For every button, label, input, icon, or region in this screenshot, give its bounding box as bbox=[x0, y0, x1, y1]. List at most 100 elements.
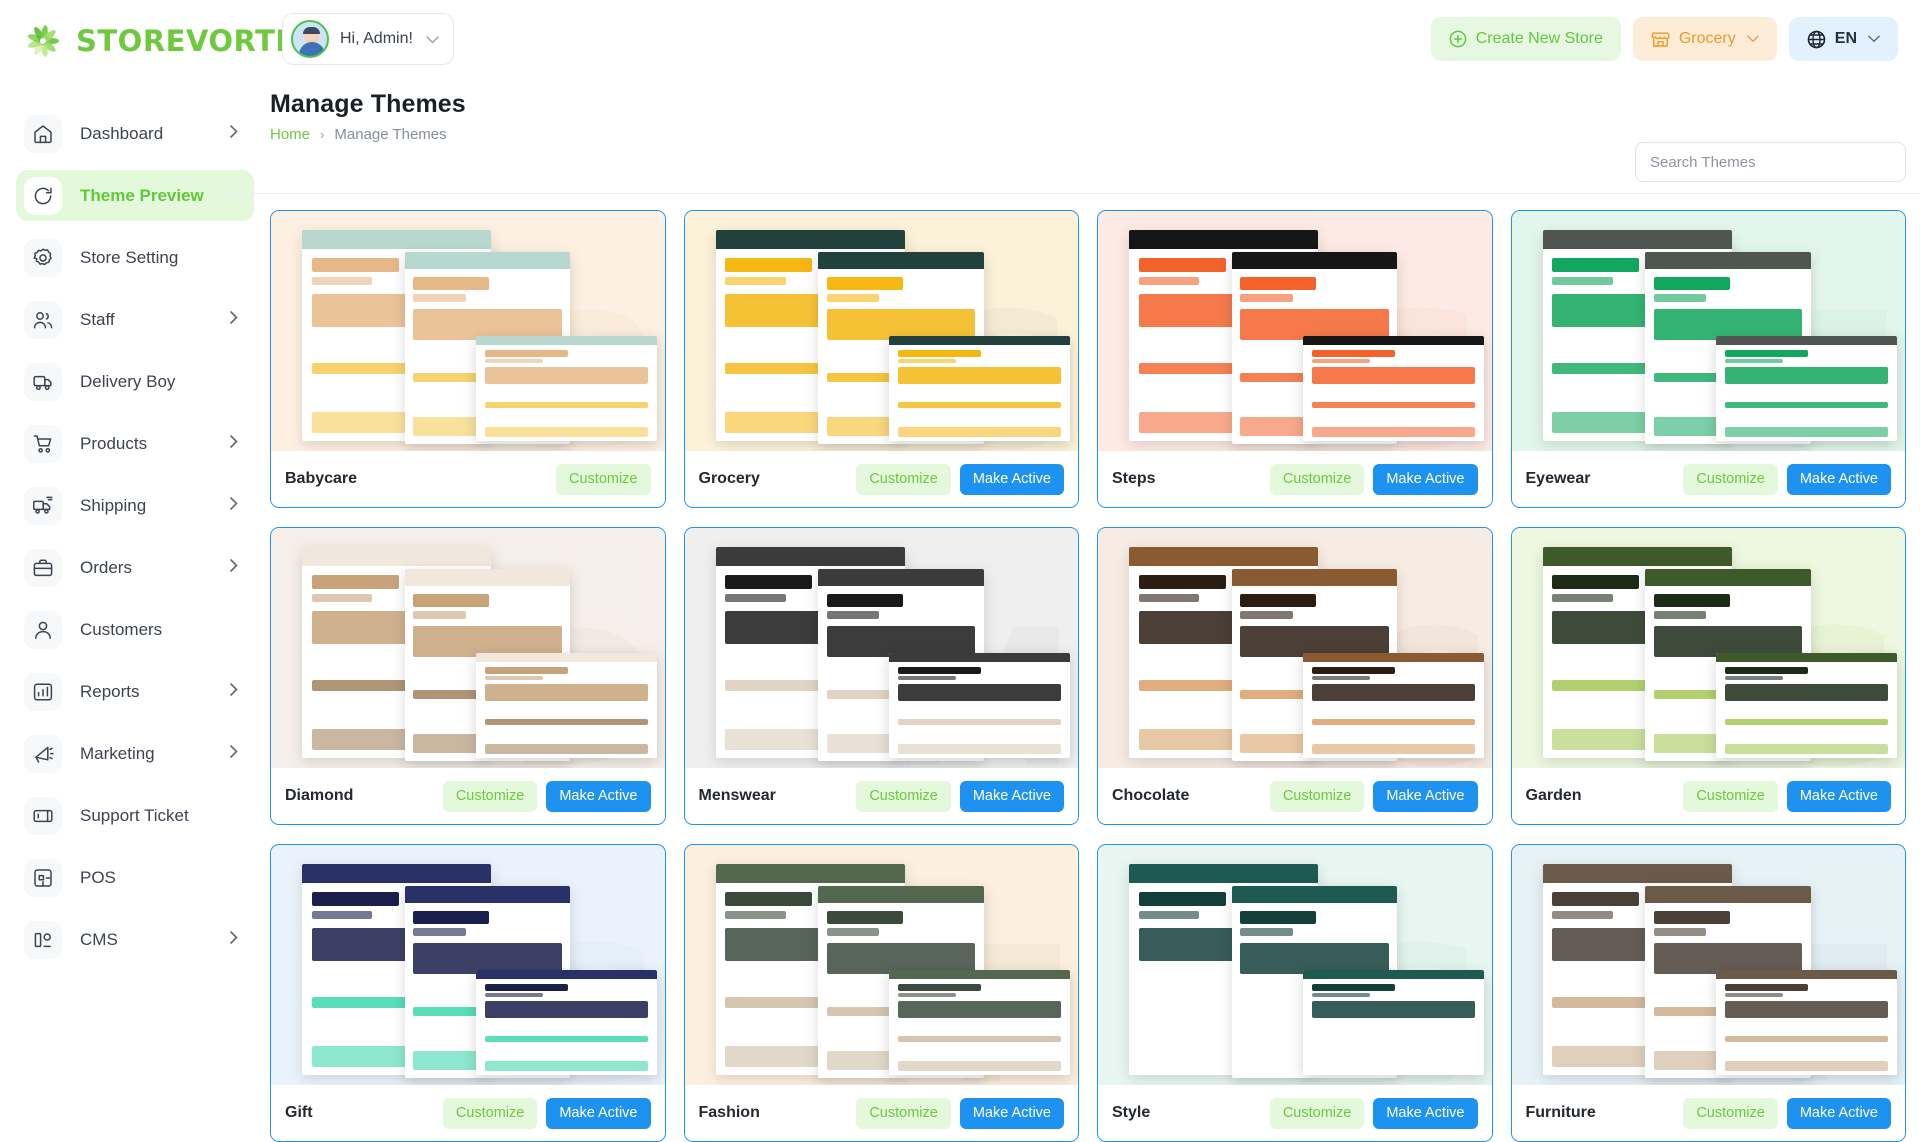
chevron-right-icon bbox=[230, 745, 238, 762]
theme-card-grocery[interactable]: G Grocery CustomizeMake Active bbox=[683, 210, 1079, 508]
theme-card-menswear[interactable]: M Menswear CustomizeMake Active bbox=[683, 527, 1079, 825]
customize-button[interactable]: Customize bbox=[442, 780, 538, 812]
cms-icon bbox=[24, 920, 62, 959]
store-icon bbox=[1651, 30, 1670, 48]
customize-button[interactable]: Customize bbox=[442, 1097, 538, 1129]
make-active-button[interactable]: Make Active bbox=[959, 780, 1064, 812]
make-active-button[interactable]: Make Active bbox=[1373, 780, 1478, 812]
theme-thumbnail[interactable]: G bbox=[684, 211, 1078, 451]
customize-button[interactable]: Customize bbox=[1683, 463, 1778, 495]
sidebar-item-marketing[interactable]: Marketing bbox=[16, 728, 254, 779]
theme-card-fashion[interactable]: F Fashion CustomizeMake Active bbox=[683, 844, 1079, 1142]
breadcrumb-home-link[interactable]: Home bbox=[270, 126, 310, 143]
breadcrumb-separator-icon: › bbox=[320, 127, 325, 142]
theme-thumbnail[interactable]: G bbox=[271, 845, 665, 1085]
make-active-button[interactable]: Make Active bbox=[1373, 463, 1478, 495]
make-active-button[interactable]: Make Active bbox=[1786, 780, 1891, 812]
customize-button[interactable]: Customize bbox=[1269, 1097, 1365, 1129]
customize-button[interactable]: Customize bbox=[1683, 1097, 1778, 1129]
theme-card-eyewear[interactable]: E Eyewear CustomizeMake Active bbox=[1510, 210, 1906, 508]
customize-button[interactable]: Customize bbox=[856, 463, 951, 495]
theme-name: Diamond bbox=[285, 787, 354, 804]
theme-name: Fashion bbox=[698, 1104, 760, 1121]
sidebar-item-store-setting[interactable]: Store Setting bbox=[16, 232, 254, 283]
sidebar-item-delivery-boy[interactable]: Delivery Boy bbox=[16, 356, 254, 407]
theme-name: Garden bbox=[1525, 787, 1582, 804]
theme-thumbnail[interactable]: C bbox=[1098, 528, 1492, 768]
theme-card-garden[interactable]: G Garden CustomizeMake Active bbox=[1510, 527, 1906, 825]
avatar bbox=[291, 20, 329, 58]
sidebar-item-reports[interactable]: Reports bbox=[16, 666, 254, 717]
theme-card-footer: Style Customize Make Active bbox=[1098, 1085, 1492, 1141]
theme-card-chocolate[interactable]: C Chocolate CustomizeMake Active bbox=[1097, 527, 1493, 825]
language-selector-button[interactable]: EN bbox=[1788, 17, 1898, 61]
sidebar-item-dashboard[interactable]: Dashboard bbox=[16, 108, 254, 159]
sidebar-item-customers[interactable]: Customers bbox=[16, 604, 254, 655]
chevron-right-icon bbox=[230, 931, 238, 948]
store-selector-button[interactable]: Grocery bbox=[1632, 17, 1777, 61]
make-active-button[interactable]: Make Active bbox=[959, 463, 1064, 495]
theme-thumbnail[interactable]: D bbox=[271, 528, 665, 768]
header-actions: Create New Store Grocery EN bbox=[1430, 17, 1898, 61]
customize-button[interactable]: Customize bbox=[556, 463, 651, 495]
theme-card-footer: Eyewear Customize Make Active bbox=[1511, 451, 1905, 507]
sidebar-item-shipping[interactable]: Shipping bbox=[16, 480, 254, 531]
sidebar-item-staff[interactable]: Staff bbox=[16, 294, 254, 345]
theme-thumbnail[interactable]: E bbox=[1511, 211, 1905, 451]
chevron-down-icon bbox=[1746, 35, 1759, 43]
create-new-store-button[interactable]: Create New Store bbox=[1430, 17, 1621, 61]
theme-thumbnail[interactable]: F bbox=[1511, 845, 1905, 1085]
theme-card-steps[interactable]: S Steps CustomizeMake Active bbox=[1097, 210, 1493, 508]
customize-button[interactable]: Customize bbox=[856, 1097, 951, 1129]
users-icon bbox=[24, 300, 62, 339]
theme-thumbnail[interactable]: S bbox=[1098, 211, 1492, 451]
customize-button[interactable]: Customize bbox=[1269, 780, 1365, 812]
theme-thumbnail[interactable]: G bbox=[1511, 528, 1905, 768]
sidebar-item-pos[interactable]: POS bbox=[16, 852, 254, 903]
settings-gear-icon bbox=[24, 238, 62, 277]
sidebar-item-products[interactable]: Products bbox=[16, 418, 254, 469]
theme-card-style[interactable]: S Style CustomizeMake Active bbox=[1097, 844, 1493, 1142]
theme-thumbnail[interactable]: M bbox=[684, 528, 1078, 768]
make-active-button[interactable]: Make Active bbox=[1786, 1097, 1891, 1129]
brand-logo[interactable]: STOREVORTEX bbox=[22, 20, 319, 62]
theme-thumbnail[interactable]: F bbox=[684, 845, 1078, 1085]
theme-card-gift[interactable]: G Gift CustomizeMake Active bbox=[270, 844, 666, 1142]
sidebar-item-label: Orders bbox=[80, 557, 132, 577]
sidebar-item-support-ticket[interactable]: Support Ticket bbox=[16, 790, 254, 841]
theme-name: Grocery bbox=[698, 470, 760, 487]
theme-thumbnail[interactable]: B bbox=[271, 211, 665, 451]
theme-card-footer: Fashion Customize Make Active bbox=[684, 1085, 1078, 1141]
sidebar-item-label: CMS bbox=[80, 929, 118, 949]
pos-terminal-icon bbox=[24, 858, 62, 897]
sidebar-item-label: Store Setting bbox=[80, 247, 179, 267]
make-active-button[interactable]: Make Active bbox=[959, 1097, 1064, 1129]
customize-button[interactable]: Customize bbox=[1269, 463, 1365, 495]
user-icon bbox=[24, 610, 62, 649]
header-divider bbox=[224, 193, 1920, 194]
theme-name: Style bbox=[1112, 1104, 1151, 1121]
search-input[interactable] bbox=[1635, 142, 1906, 182]
page-header: Manage Themes Home › Manage Themes bbox=[270, 90, 466, 143]
sidebar-item-orders[interactable]: Orders bbox=[16, 542, 254, 593]
theme-card-furniture[interactable]: F Furniture CustomizeMake Active bbox=[1510, 844, 1906, 1142]
make-active-button[interactable]: Make Active bbox=[546, 780, 651, 812]
chevron-right-icon bbox=[230, 497, 238, 514]
theme-card-footer: Gift Customize Make Active bbox=[271, 1085, 665, 1141]
make-active-button[interactable]: Make Active bbox=[1373, 1097, 1478, 1129]
theme-thumbnail[interactable]: S bbox=[1098, 845, 1492, 1085]
theme-card-diamond[interactable]: D Diamond CustomizeMake Active bbox=[270, 527, 666, 825]
make-active-button[interactable]: Make Active bbox=[1786, 463, 1891, 495]
theme-card-footer: Furniture Customize Make Active bbox=[1511, 1085, 1905, 1141]
sidebar-item-label: POS bbox=[80, 867, 116, 887]
theme-card-babycare[interactable]: B Babycare Customize bbox=[270, 210, 666, 508]
user-menu-button[interactable]: Hi, Admin! bbox=[282, 13, 454, 65]
bar-chart-icon bbox=[24, 672, 62, 711]
make-active-button[interactable]: Make Active bbox=[546, 1097, 651, 1129]
sidebar-item-theme-preview[interactable]: Theme Preview bbox=[16, 170, 254, 221]
customize-button[interactable]: Customize bbox=[856, 780, 951, 812]
sidebar-item-cms[interactable]: CMS bbox=[16, 914, 254, 965]
theme-name: Menswear bbox=[698, 787, 776, 804]
customize-button[interactable]: Customize bbox=[1683, 780, 1778, 812]
sidebar-item-label: Delivery Boy bbox=[80, 371, 176, 391]
